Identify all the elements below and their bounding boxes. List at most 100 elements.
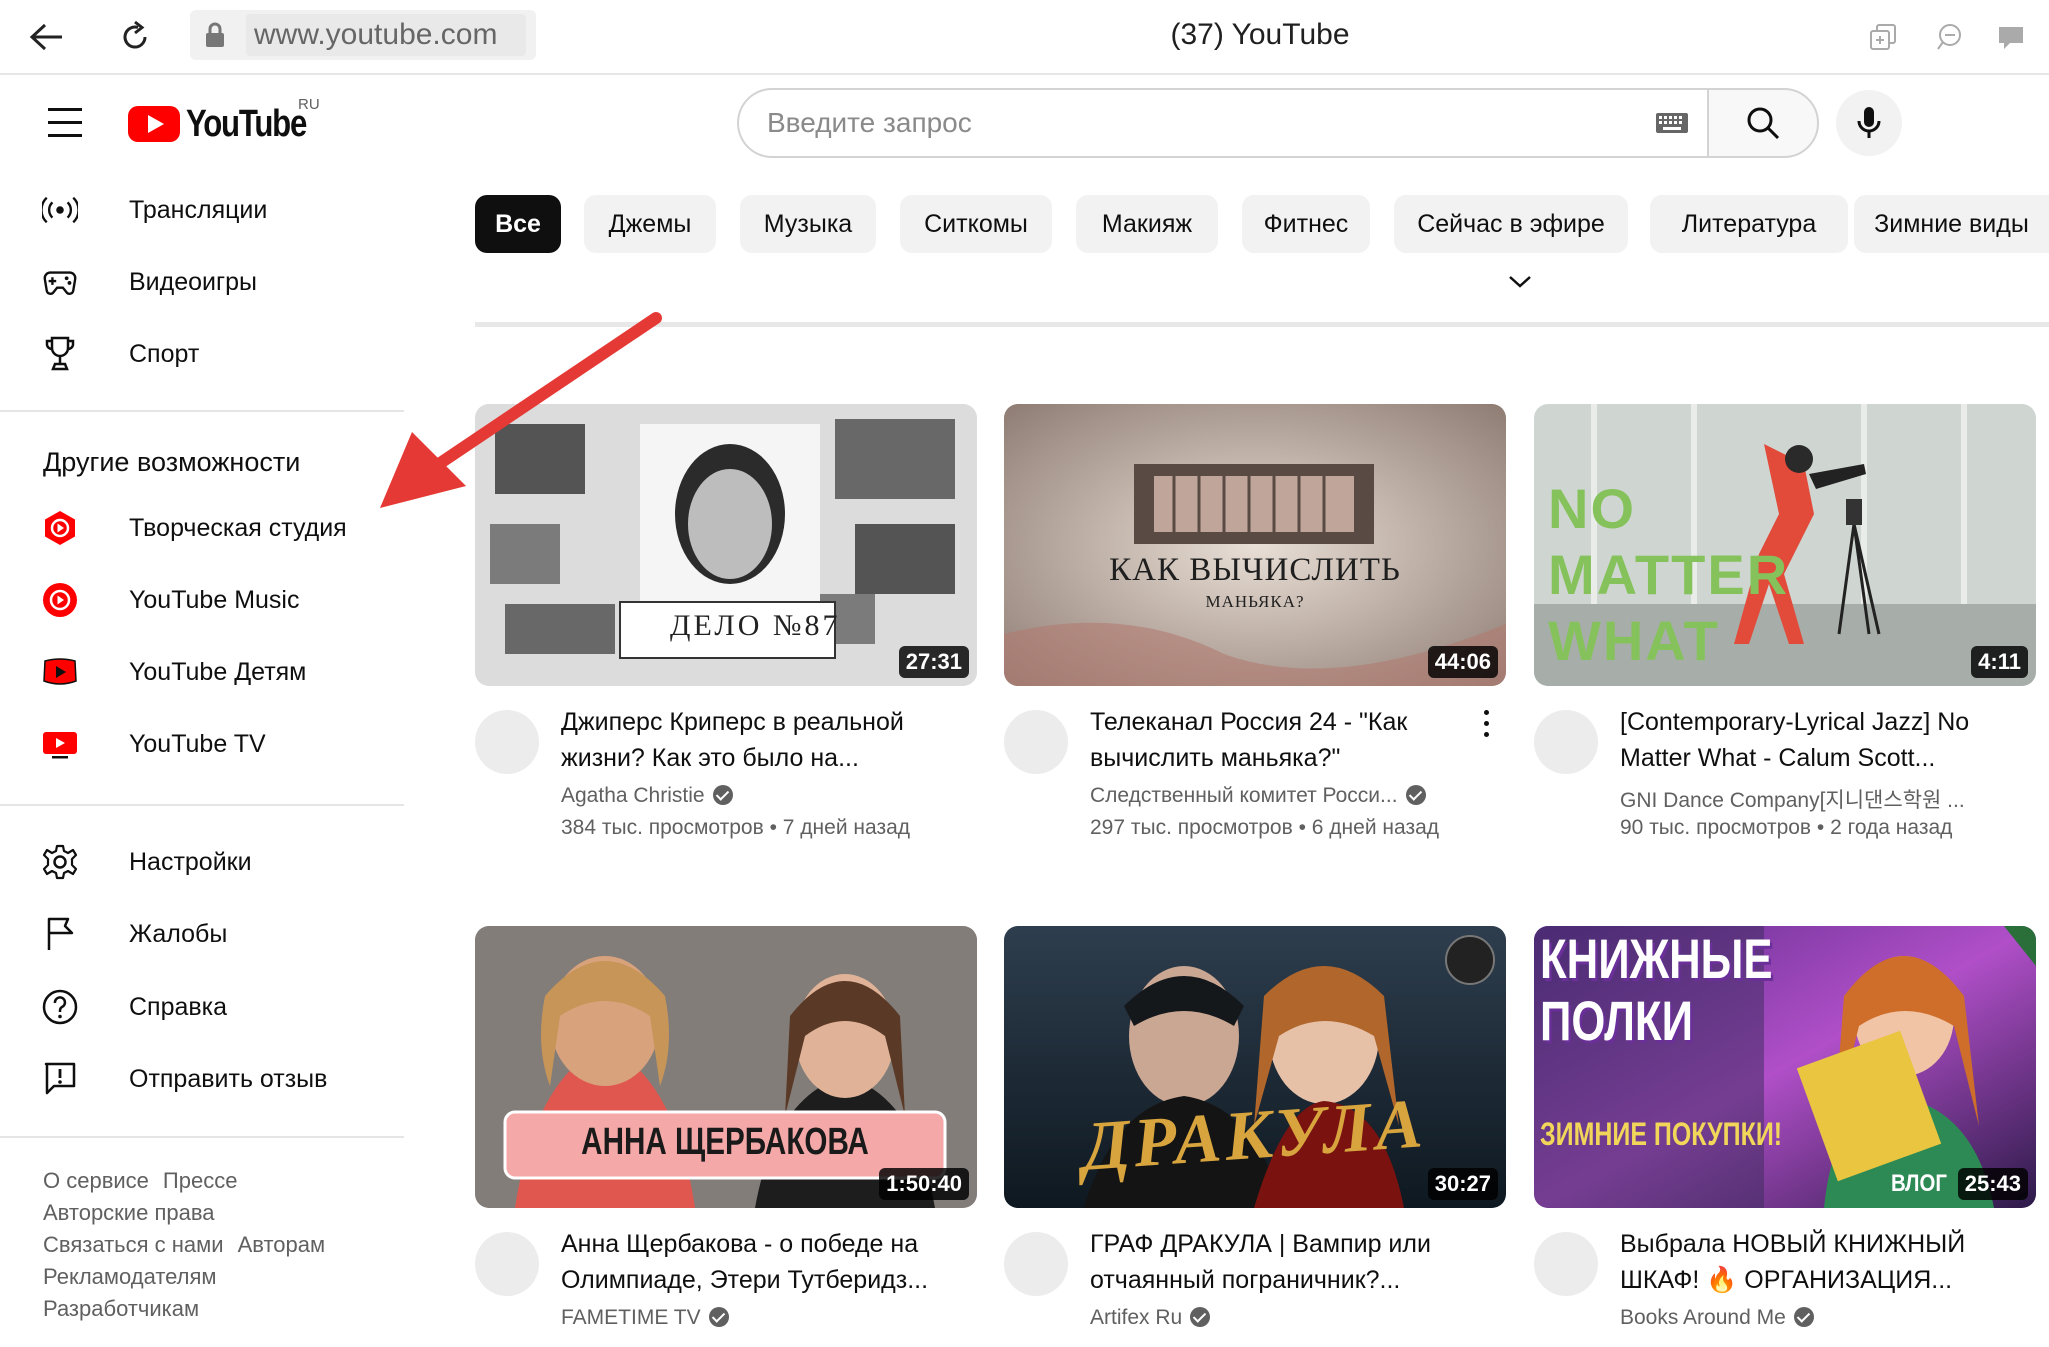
help-icon bbox=[42, 989, 78, 1025]
chip-music[interactable]: Музыка bbox=[740, 195, 876, 253]
video-thumbnail[interactable]: КНИЖНЫЕ ПОЛКИ ЗИМНИЕ ПОКУПКИ! ВЛОГ 25:43 bbox=[1534, 926, 2036, 1208]
chip-live-now[interactable]: Сейчас в эфире bbox=[1394, 195, 1628, 253]
studio-icon bbox=[42, 510, 78, 546]
tv-icon bbox=[42, 726, 78, 762]
verified-check-icon bbox=[1405, 785, 1426, 805]
channel-name-text[interactable]: GNI Dance Company[지니댄스학원 ... bbox=[1620, 789, 1965, 812]
menu-icon[interactable] bbox=[48, 108, 82, 138]
video-title[interactable]: Анна Щербакова - о победе на Олимпиаде, … bbox=[561, 1226, 961, 1298]
url-text[interactable]: www.youtube.com bbox=[246, 14, 526, 56]
back-arrow-icon[interactable] bbox=[24, 14, 70, 60]
browser-toolbar: www.youtube.com (37) YouTube bbox=[0, 0, 2049, 75]
chevron-down-icon[interactable] bbox=[1505, 272, 1535, 292]
video-title[interactable]: Выбрала НОВЫЙ КНИЖНЫЙ ШКАФ! 🔥 ОРГАНИЗАЦИ… bbox=[1620, 1226, 2020, 1298]
lock-icon bbox=[202, 22, 228, 48]
chip-winter-sports[interactable]: Зимние виды bbox=[1854, 195, 2049, 253]
sidebar-item-yt-tv[interactable]: YouTube TV bbox=[0, 714, 404, 774]
chip-all[interactable]: Все bbox=[475, 195, 561, 253]
reload-icon[interactable] bbox=[112, 14, 158, 60]
sidebar-item-label: Настройки bbox=[129, 848, 252, 876]
sidebar-divider bbox=[0, 804, 404, 806]
channel-name[interactable]: Artifex Ru bbox=[1090, 1306, 1510, 1330]
copy-icon[interactable] bbox=[1860, 14, 1906, 60]
video-title[interactable]: Телеканал Россия 24 - "Как вычислить ман… bbox=[1090, 704, 1490, 776]
channel-name[interactable]: Следственный комитет Росси... bbox=[1090, 784, 1510, 808]
video-title[interactable]: [Contemporary-Lyrical Jazz] No Matter Wh… bbox=[1620, 704, 2020, 776]
microphone-icon bbox=[1857, 107, 1881, 138]
avatar[interactable] bbox=[1534, 710, 1598, 774]
video-thumbnail[interactable]: КАК ВЫЧИСЛИТЬ МАНЬЯКА? 44:06 bbox=[1004, 404, 1506, 686]
footer-link[interactable]: Разработчикам bbox=[43, 1296, 199, 1321]
sidebar-item-gaming[interactable]: Видеоигры bbox=[0, 252, 404, 312]
message-icon[interactable] bbox=[1988, 14, 2034, 60]
keyboard-icon[interactable] bbox=[1655, 112, 1689, 134]
sidebar-item-reports[interactable]: Жалобы bbox=[0, 904, 404, 964]
sidebar-item-sport[interactable]: Спорт bbox=[0, 324, 404, 384]
flag-icon bbox=[42, 916, 78, 952]
music-icon bbox=[42, 582, 78, 618]
sidebar-divider bbox=[0, 410, 404, 412]
thumbnail-caption: ДЕЛО №87 bbox=[670, 609, 841, 642]
thumbnail-badge: ВЛОГ bbox=[1891, 1170, 1948, 1197]
verified-check-icon bbox=[1190, 1307, 1211, 1327]
footer-link[interactable]: Связаться с нами bbox=[43, 1232, 224, 1257]
thumbnail-caption: КНИЖНЫЕ ПОЛКИ bbox=[1540, 927, 1773, 1052]
sidebar-item-yt-kids[interactable]: YouTube Детям bbox=[0, 642, 404, 702]
sidebar-item-label: Творческая студия bbox=[129, 514, 347, 542]
chat-bubble-icon[interactable] bbox=[1926, 14, 1972, 60]
channel-name[interactable]: FAMETIME TV bbox=[561, 1306, 981, 1330]
sidebar-item-yt-music[interactable]: YouTube Music bbox=[0, 570, 404, 630]
sidebar-item-feedback[interactable]: Отправить отзыв bbox=[0, 1049, 404, 1109]
footer-link[interactable]: Прессе bbox=[163, 1168, 238, 1193]
more-options-icon[interactable] bbox=[1484, 710, 1492, 742]
sidebar-item-live[interactable]: Трансляции bbox=[0, 180, 404, 240]
verified-check-icon bbox=[708, 1307, 729, 1327]
avatar[interactable] bbox=[475, 1232, 539, 1296]
video-meta: 90 тыс. просмотров • 2 года назад bbox=[1620, 816, 1953, 839]
channel-name-text[interactable]: Следственный комитет Росси... bbox=[1090, 784, 1398, 807]
play-logo-icon bbox=[128, 106, 180, 142]
chip-jams[interactable]: Джемы bbox=[584, 195, 716, 253]
video-title[interactable]: Джиперс Криперс в реальной жизни? Как эт… bbox=[561, 704, 961, 776]
sidebar-item-settings[interactable]: Настройки bbox=[0, 832, 404, 892]
chip-literature[interactable]: Литература bbox=[1650, 195, 1848, 253]
video-thumbnail[interactable]: АННА ЩЕРБАКОВА 1:50:40 bbox=[475, 926, 977, 1208]
footer-link[interactable]: Рекламодателям bbox=[43, 1264, 217, 1289]
avatar[interactable] bbox=[475, 710, 539, 774]
avatar[interactable] bbox=[1534, 1232, 1598, 1296]
address-bar[interactable]: www.youtube.com bbox=[190, 10, 536, 60]
sidebar-item-studio[interactable]: Творческая студия bbox=[0, 498, 404, 558]
sidebar-item-label: YouTube TV bbox=[129, 730, 266, 758]
channel-name[interactable]: Agatha Christie bbox=[561, 784, 981, 808]
thumbnail-caption: АННА ЩЕРБАКОВА bbox=[581, 1121, 869, 1163]
chip-sitcoms[interactable]: Ситкомы bbox=[900, 195, 1052, 253]
channel-name[interactable]: Books Around Me bbox=[1620, 1306, 2040, 1330]
sidebar-item-help[interactable]: Справка bbox=[0, 977, 404, 1037]
footer-link[interactable]: Авторские права bbox=[43, 1200, 215, 1225]
video-duration: 4:11 bbox=[1971, 646, 2028, 678]
chip-fitness[interactable]: Фитнес bbox=[1242, 195, 1370, 253]
channel-name-text[interactable]: Agatha Christie bbox=[561, 784, 705, 807]
avatar[interactable] bbox=[1004, 710, 1068, 774]
video-thumbnail[interactable]: ДРАКУЛА 30:27 bbox=[1004, 926, 1506, 1208]
trophy-icon bbox=[42, 336, 78, 372]
video-title[interactable]: ГРАФ ДРАКУЛА | Вампир или отчаянный погр… bbox=[1090, 1226, 1490, 1298]
search-input[interactable] bbox=[737, 88, 1707, 158]
video-thumbnail[interactable]: NO MATTER WHAT 4:11 bbox=[1534, 404, 2036, 686]
channel-name[interactable]: GNI Dance Company[지니댄스학원 ... bbox=[1620, 784, 2040, 814]
footer-link[interactable]: О сервисе bbox=[43, 1168, 149, 1193]
chip-makeup[interactable]: Макияж bbox=[1076, 195, 1218, 253]
sidebar-item-label: Спорт bbox=[129, 340, 200, 368]
verified-check-icon bbox=[1793, 1307, 1814, 1327]
video-thumbnail[interactable]: ДЕЛО №87 27:31 bbox=[475, 404, 977, 686]
channel-name-text[interactable]: Books Around Me bbox=[1620, 1306, 1786, 1329]
sidebar-item-label: Отправить отзыв bbox=[129, 1065, 328, 1093]
feedback-icon bbox=[42, 1061, 78, 1097]
channel-name-text[interactable]: FAMETIME TV bbox=[561, 1306, 701, 1329]
sidebar-item-label: YouTube Детям bbox=[129, 658, 307, 686]
avatar[interactable] bbox=[1004, 1232, 1068, 1296]
search-button[interactable] bbox=[1707, 88, 1819, 158]
channel-name-text[interactable]: Artifex Ru bbox=[1090, 1306, 1182, 1329]
footer-link[interactable]: Авторам bbox=[238, 1232, 326, 1257]
voice-search-button[interactable] bbox=[1836, 90, 1902, 156]
